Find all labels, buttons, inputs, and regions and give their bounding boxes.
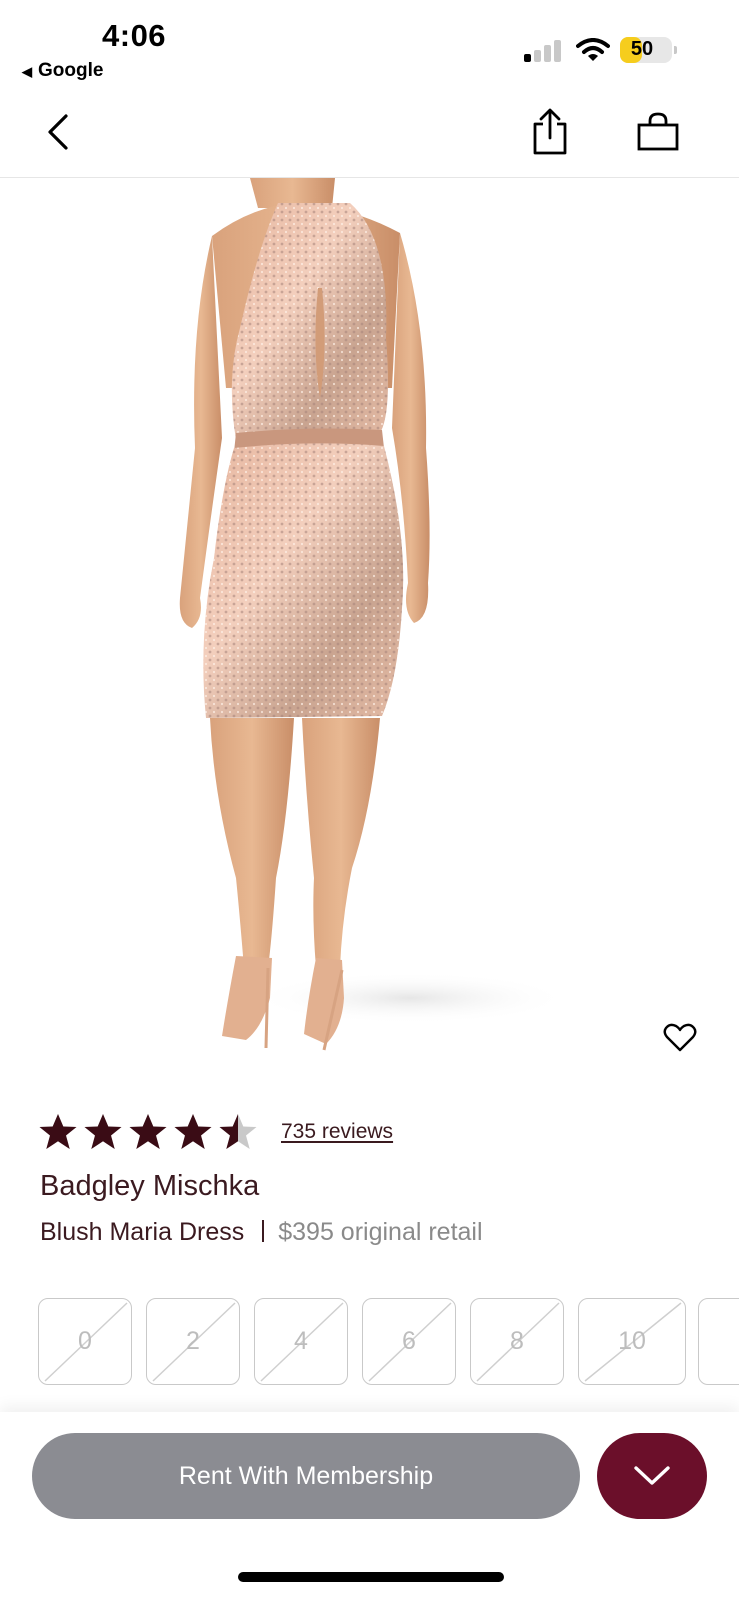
- size-label: 0: [78, 1327, 92, 1355]
- star-icon: [39, 1114, 77, 1149]
- size-option[interactable]: 6: [362, 1298, 456, 1385]
- size-option[interactable]: 8: [470, 1298, 564, 1385]
- cellular-signal-icon: [524, 40, 564, 62]
- product-name-line: Blush Maria Dress $395 original retail: [40, 1218, 483, 1247]
- size-label: 6: [402, 1327, 416, 1355]
- battery-percent: 50: [630, 38, 654, 60]
- star-icon: [129, 1114, 167, 1149]
- shopping-bag-button[interactable]: [630, 104, 686, 160]
- chevron-left-icon: [48, 114, 68, 150]
- size-option[interactable]: [698, 1298, 739, 1385]
- status-bar: 4:06 ◀ Google 50: [0, 0, 739, 90]
- product-name: Blush Maria Dress: [40, 1218, 245, 1246]
- size-label: 4: [294, 1327, 308, 1355]
- favorite-button[interactable]: [660, 1020, 700, 1056]
- chevron-down-icon: [634, 1466, 670, 1485]
- size-option[interactable]: 2: [146, 1298, 240, 1385]
- home-indicator: [238, 1572, 504, 1582]
- back-to-app-link[interactable]: ◀ Google: [22, 60, 103, 82]
- bottom-action-bar: Rent With Membership: [0, 1412, 739, 1600]
- size-label: 2: [186, 1327, 200, 1355]
- app-header: [0, 90, 739, 178]
- rating-row: 735 reviews: [38, 1112, 393, 1152]
- product-brand[interactable]: Badgley Mischka: [40, 1170, 259, 1203]
- share-button[interactable]: [522, 104, 578, 160]
- shopping-bag-icon: [637, 112, 679, 151]
- star-icon: [174, 1114, 212, 1149]
- product-image[interactable]: [0, 178, 739, 1073]
- star-icon: [84, 1114, 122, 1149]
- back-triangle-icon: ◀: [22, 64, 32, 79]
- status-time: 4:06: [102, 18, 167, 53]
- wifi-icon: [576, 38, 610, 61]
- star-icon: [219, 1114, 257, 1149]
- back-button[interactable]: [30, 104, 86, 160]
- size-label: 10: [618, 1327, 646, 1355]
- original-retail-price: $395 original retail: [278, 1218, 483, 1246]
- share-icon: [533, 108, 567, 155]
- dress-illustration: [179, 178, 570, 1051]
- size-label: 8: [510, 1327, 524, 1355]
- reviews-link[interactable]: 735 reviews: [281, 1120, 393, 1144]
- size-availability-note: [40, 1398, 730, 1412]
- battery-icon: 50: [620, 37, 677, 63]
- rent-options-toggle-button[interactable]: [597, 1433, 707, 1519]
- back-app-label: Google: [38, 60, 104, 81]
- rating-stars: [38, 1112, 263, 1152]
- heart-icon: [663, 1023, 697, 1052]
- rent-with-membership-button[interactable]: Rent With Membership: [32, 1433, 580, 1519]
- size-selector: 0 2 4 6 8 10: [38, 1298, 739, 1386]
- size-option[interactable]: 10: [578, 1298, 686, 1385]
- size-option[interactable]: 4: [254, 1298, 348, 1385]
- divider: [262, 1220, 265, 1242]
- size-option[interactable]: 0: [38, 1298, 132, 1385]
